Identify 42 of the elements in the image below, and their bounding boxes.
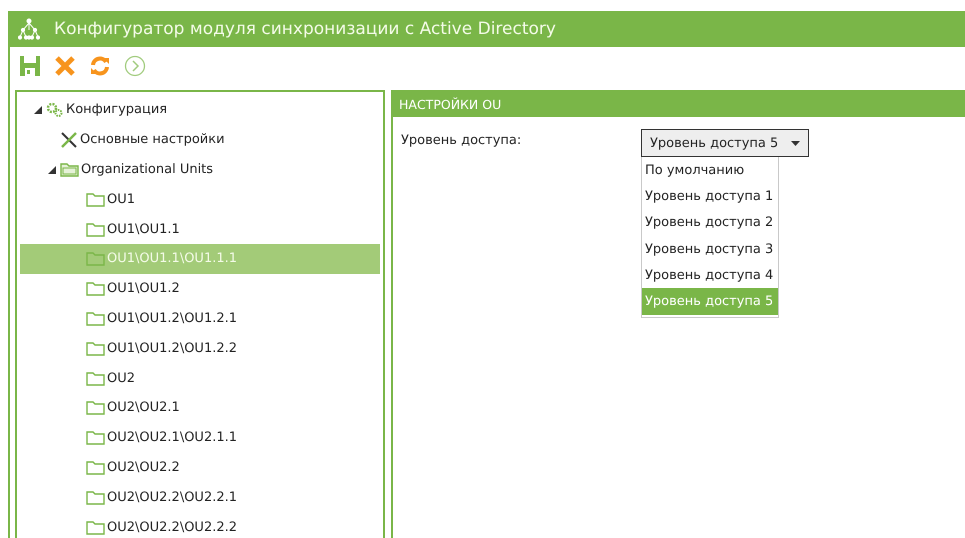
panel-title: НАСТРОЙКИ OU	[399, 97, 502, 112]
tree-item[interactable]: OU1\OU1.2\OU1.2.2	[20, 333, 380, 364]
folder-icon	[86, 281, 105, 296]
gears-icon	[46, 102, 64, 118]
refresh-icon	[89, 55, 111, 77]
tree-item[interactable]: OU1	[20, 184, 380, 214]
folder-icon	[86, 340, 105, 356]
folder-icon	[86, 490, 105, 505]
field-label: Уровень доступа:	[401, 132, 522, 150]
folder-icon	[86, 310, 105, 326]
tree-item[interactable]: OU1\OU1.2	[20, 274, 380, 304]
folder-icon	[86, 430, 105, 446]
folder-icon	[86, 460, 105, 475]
folder-icon	[86, 400, 105, 416]
tree-item[interactable]: OU1\OU1.1	[20, 214, 380, 244]
access-level-dropdown[interactable]: Уровень доступа 5	[641, 129, 809, 157]
save-icon	[19, 55, 41, 77]
tree-item[interactable]: OU1\OU1.2\OU1.2.1	[20, 304, 380, 334]
tree-item[interactable]: OU2\OU2.2\OU2.2.1	[20, 482, 380, 512]
tree-item[interactable]: OU2\OU2.1\OU2.1.1	[20, 422, 380, 453]
tree-item[interactable]: Конфигурация	[20, 95, 380, 125]
folder-icon	[86, 520, 105, 535]
tree-item[interactable]: Основные настройки	[20, 124, 380, 155]
tree-item[interactable]: Organizational Units	[20, 154, 380, 184]
folder-icon	[86, 192, 105, 207]
tools-icon	[60, 130, 78, 149]
tree-item[interactable]: OU2\OU2.2\OU2.2.2	[20, 512, 380, 538]
toolbar-button[interactable]	[88, 54, 112, 78]
folder-icon	[60, 162, 79, 177]
hierarchy-icon	[18, 18, 40, 40]
tree-item[interactable]: OU2	[20, 363, 380, 393]
tree-item[interactable]: OU2\OU2.1	[20, 392, 380, 423]
folder-icon	[86, 370, 105, 386]
toolbar-button[interactable]	[18, 54, 42, 78]
toolbar-button[interactable]	[53, 54, 77, 78]
caret-icon	[791, 140, 800, 146]
close-icon	[54, 55, 76, 77]
tree-item[interactable]: OU2\OU2.2	[20, 452, 380, 482]
folder-icon	[86, 251, 105, 266]
window-title: Конфигуратор модуля синхронизации с Active Directory	[54, 19, 556, 39]
folder-icon	[86, 222, 105, 237]
forward-icon	[124, 55, 146, 77]
